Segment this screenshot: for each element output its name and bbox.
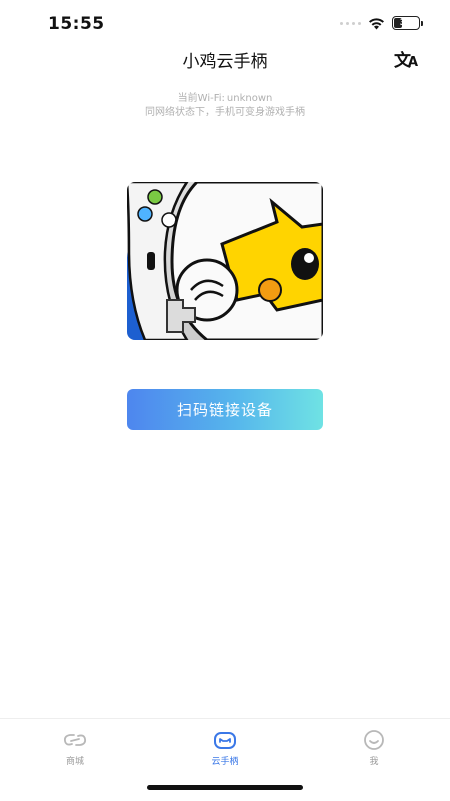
tab-mall-label: 商城 — [65, 757, 84, 767]
wifi-description: 同网络状态下，手机可变身游戏手柄 — [145, 107, 305, 118]
tab-mall[interactable]: 商城 — [35, 729, 115, 767]
tab-me-label: 我 — [369, 757, 379, 767]
tab-me[interactable]: 我 — [334, 729, 414, 767]
app-header: 小鸡云手柄 文 A — [0, 40, 450, 76]
page-title: 小鸡云手柄 — [182, 52, 268, 72]
current-wifi-label: 当前Wi-Fi: — [177, 93, 225, 104]
battery-level: 38 — [399, 18, 413, 28]
gamepad-icon — [214, 732, 236, 749]
tab-cloud-controller-label: 云手柄 — [211, 757, 239, 767]
cellular-signal-icon — [340, 21, 361, 25]
status-indicators: 38 — [340, 16, 423, 30]
current-wifi-line: 当前Wi-Fi: unknown — [0, 92, 450, 106]
profile-smile-icon — [364, 730, 384, 750]
translate-icon-sub: A — [408, 55, 419, 70]
language-toggle-button[interactable]: 文 A — [392, 44, 422, 72]
battery-icon: 38 — [392, 16, 423, 30]
tab-cloud-controller[interactable]: 云手柄 — [185, 729, 265, 767]
mascot-illustration — [127, 182, 323, 340]
scan-connect-button[interactable]: 扫码链接设备 — [127, 389, 323, 430]
home-indicator[interactable] — [147, 785, 303, 790]
current-wifi-value: unknown — [226, 93, 273, 104]
wifi-icon — [368, 17, 385, 30]
wifi-info: 当前Wi-Fi: unknown 同网络状态下，手机可变身游戏手柄 — [0, 92, 450, 120]
status-time: 15:55 — [48, 14, 105, 34]
mall-icon — [63, 734, 87, 746]
